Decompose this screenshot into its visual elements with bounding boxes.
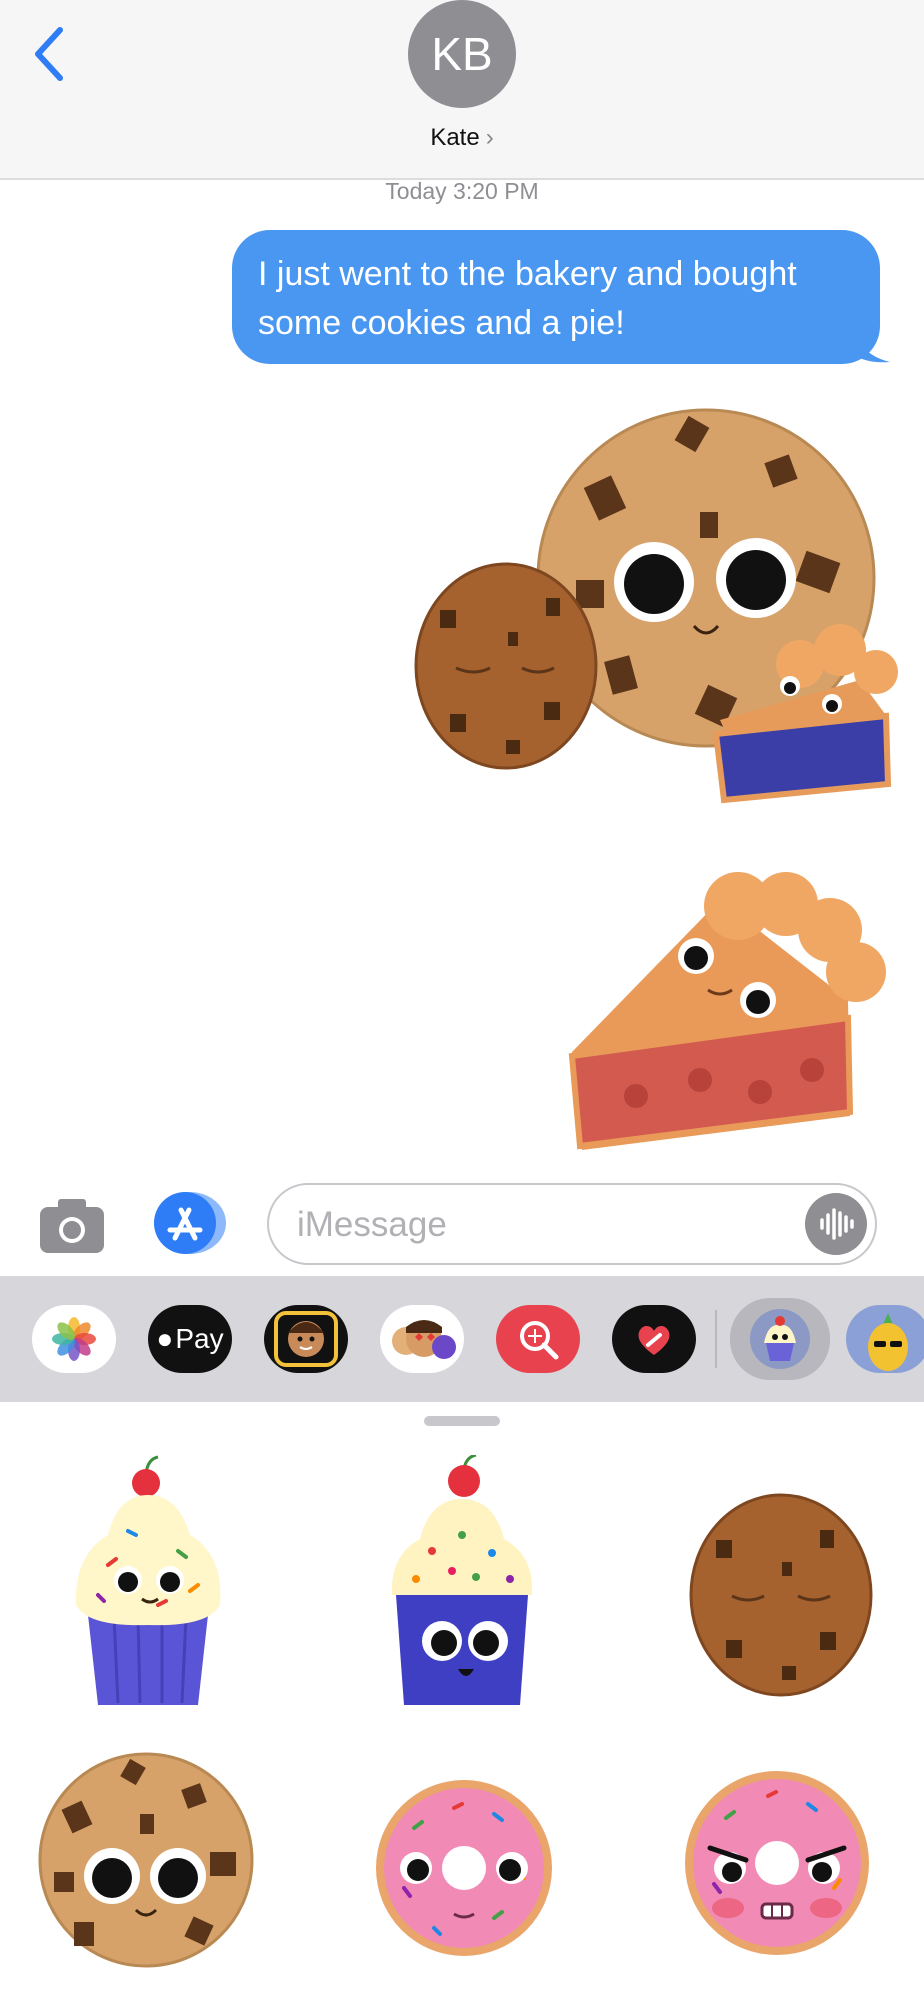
sleepy-brown-cookie-sticker[interactable] [414, 562, 598, 770]
message-input[interactable] [295, 1199, 779, 1251]
chocolate-chip-cookie-sticker[interactable] [38, 1752, 254, 1968]
sent-stickers [414, 408, 898, 1150]
angry-pink-donut-sticker[interactable] [684, 1768, 870, 1958]
outgoing-message-bubble[interactable]: I just went to the bakery and bought som… [232, 230, 880, 364]
app-store-icon[interactable] [152, 1190, 228, 1256]
apple-pay-app-icon[interactable]: ● Pay [148, 1305, 232, 1373]
app-drawer-separator [715, 1310, 717, 1368]
pineapple-stickers-app-icon[interactable] [846, 1305, 924, 1373]
apple-pay-label: Pay [175, 1323, 224, 1354]
cherry-pie-slice-sticker[interactable] [568, 872, 886, 1150]
blue-cupcake-sticker[interactable] [372, 1455, 552, 1715]
sleepy-cookie-sticker[interactable] [686, 1490, 876, 1700]
digital-touch-app-icon[interactable] [612, 1305, 696, 1373]
memoji-stickers-app-icon[interactable] [380, 1305, 464, 1373]
contact-avatar[interactable]: KB [408, 0, 516, 108]
bakery-stickers-app-icon[interactable] [730, 1298, 830, 1380]
vanilla-cupcake-sticker[interactable] [58, 1455, 238, 1715]
memoji-app-icon[interactable] [264, 1305, 348, 1373]
chevron-right-icon: › [485, 124, 494, 151]
message-timestamp: Today 3:20 PM [385, 178, 539, 204]
message-input-field[interactable] [267, 1183, 877, 1265]
conversation-header: KB Kate › [0, 0, 924, 180]
image-search-app-icon[interactable] [496, 1305, 580, 1373]
panel-grabber[interactable] [424, 1416, 500, 1426]
pink-donut-sticker[interactable] [374, 1778, 554, 1958]
contact-name: Kate [430, 124, 480, 151]
bubble-tail [850, 318, 890, 363]
camera-icon[interactable] [38, 1195, 106, 1255]
avatar-initials: KB [431, 28, 493, 80]
chevron-left-icon[interactable] [30, 26, 70, 82]
audio-waveform-icon[interactable] [805, 1193, 867, 1255]
contact-name-button[interactable]: Kate › [0, 124, 924, 152]
photos-app-icon[interactable] [32, 1305, 116, 1373]
